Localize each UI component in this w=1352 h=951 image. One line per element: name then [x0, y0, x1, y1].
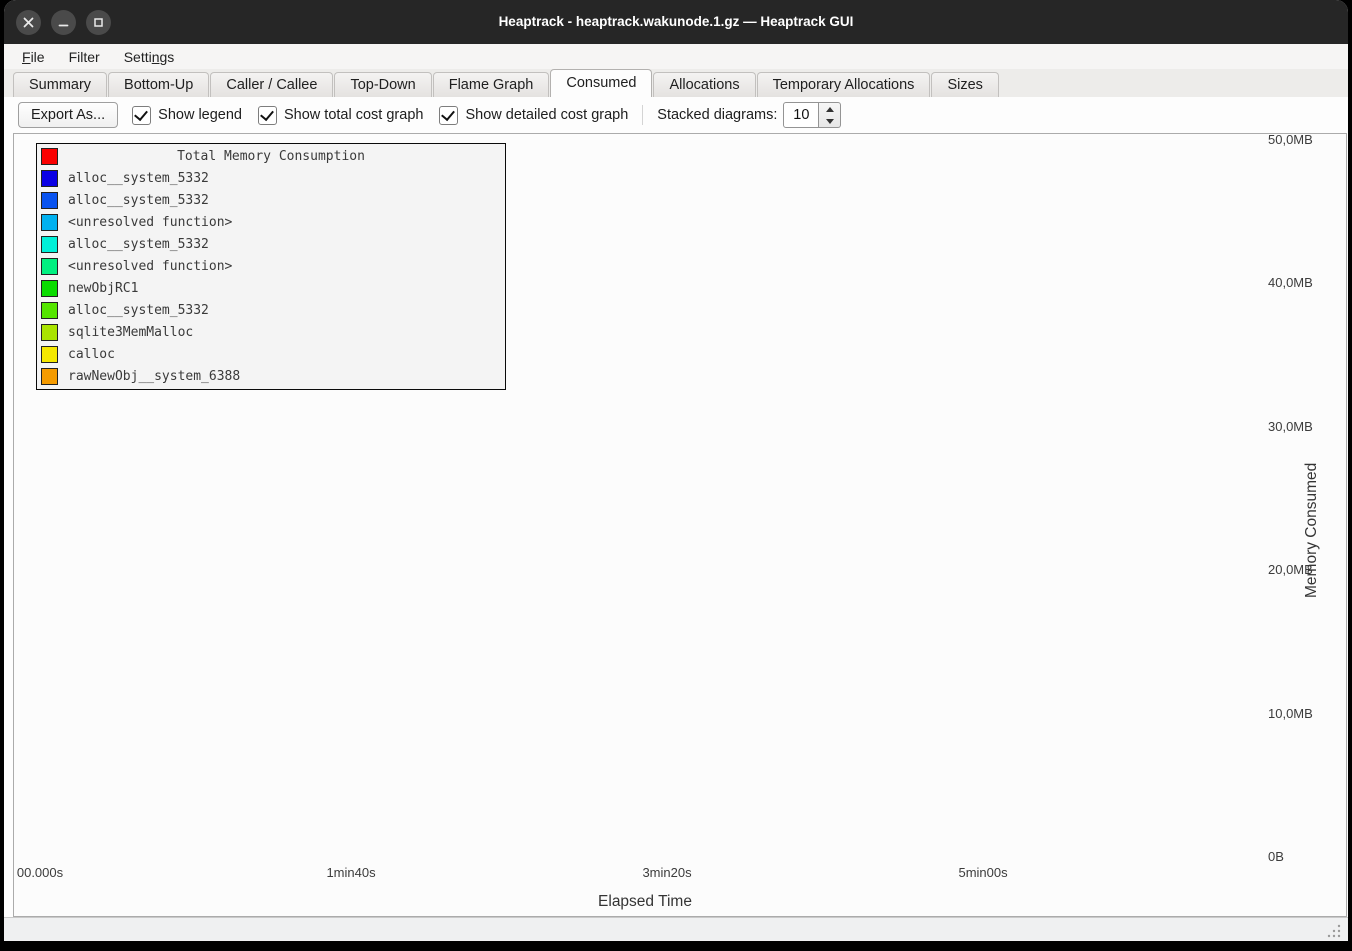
stacked-diagrams-value[interactable]: 10: [783, 102, 819, 128]
checkbox-label: Show detailed cost graph: [465, 107, 628, 123]
statusbar: [4, 917, 1348, 941]
resize-grip[interactable]: [1326, 923, 1342, 939]
tab-top-down[interactable]: Top-Down: [334, 72, 431, 97]
stacked-diagrams-spinbox[interactable]: 10: [783, 102, 841, 128]
checkbox-icon: [132, 106, 151, 125]
menubar: FileFilterSettings: [4, 44, 1348, 69]
legend-label: sqlite3MemMalloc: [68, 325, 193, 340]
checkbox-icon: [258, 106, 277, 125]
tab-consumed[interactable]: Consumed: [550, 69, 652, 97]
legend-item: newObjRC1: [37, 278, 505, 298]
legend-title-row: Total Memory Consumption: [37, 147, 505, 167]
legend-item: alloc__system_5332: [37, 235, 505, 255]
legend-swatch: [41, 302, 58, 319]
legend-item: sqlite3MemMalloc: [37, 322, 505, 342]
legend-item: rawNewObj__system_6388: [37, 366, 505, 386]
spin-down-button[interactable]: [819, 115, 840, 127]
legend-swatch: [41, 324, 58, 341]
legend-label: calloc: [68, 347, 115, 362]
legend-swatch: [41, 346, 58, 363]
legend-label: alloc__system_5332: [68, 193, 209, 208]
legend-label: alloc__system_5332: [68, 171, 209, 186]
menu-item-settings[interactable]: Settings: [112, 47, 187, 67]
legend-swatch: [41, 192, 58, 209]
stacked-diagrams-label: Stacked diagrams:: [657, 107, 777, 123]
checkbox-show-total-cost-graph[interactable]: Show total cost graph: [258, 106, 423, 125]
x-axis-tick-label: 00.000s: [0, 865, 85, 881]
checkbox-show-legend[interactable]: Show legend: [132, 106, 242, 125]
tabbar: SummaryBottom-UpCaller / CalleeTop-DownF…: [4, 69, 1348, 97]
checkbox-label: Show total cost graph: [284, 107, 423, 123]
spinner-buttons: [819, 102, 841, 128]
legend-swatch: [41, 258, 58, 275]
tab-temporary-allocations[interactable]: Temporary Allocations: [757, 72, 931, 97]
tab-caller-callee[interactable]: Caller / Callee: [210, 72, 333, 97]
legend-item: <unresolved function>: [37, 213, 505, 233]
x-axis-tick-label: 5min00s: [938, 865, 1028, 881]
x-axis-tick-label: 3min20s: [622, 865, 712, 881]
checkbox-label: Show legend: [158, 107, 242, 123]
legend-label: newObjRC1: [68, 281, 138, 296]
legend-swatch: [41, 214, 58, 231]
legend-title: Total Memory Consumption: [37, 149, 505, 164]
checkbox-group: Show legend Show total cost graph Show det…: [132, 106, 628, 125]
legend-label: <unresolved function>: [68, 215, 232, 230]
screen: Heaptrack - heaptrack.wakunode.1.gz — He…: [0, 0, 1352, 951]
window-title: Heaptrack - heaptrack.wakunode.1.gz — He…: [4, 0, 1348, 44]
tab-sizes[interactable]: Sizes: [931, 72, 998, 97]
chevron-up-icon: [826, 107, 834, 112]
legend-item: alloc__system_5332: [37, 300, 505, 320]
y-axis-tick-label: 40,0MB: [1268, 275, 1338, 291]
menu-item-filter[interactable]: Filter: [57, 47, 112, 67]
legend-item: alloc__system_5332: [37, 191, 505, 211]
tab-allocations[interactable]: Allocations: [653, 72, 755, 97]
menu-item-file[interactable]: File: [10, 47, 57, 67]
y-axis-tick-label: 50,0MB: [1268, 132, 1338, 148]
legend-swatch: [41, 368, 58, 385]
legend-label: alloc__system_5332: [68, 237, 209, 252]
toolbar: Export As... Show legend Show total cost …: [4, 97, 1348, 133]
legend-item: alloc__system_5332: [37, 169, 505, 189]
y-axis-tick-label: 10,0MB: [1268, 706, 1338, 722]
spin-up-button[interactable]: [819, 103, 840, 115]
checkbox-show-detailed-cost-graph[interactable]: Show detailed cost graph: [439, 106, 628, 125]
tab-flame-graph[interactable]: Flame Graph: [433, 72, 550, 97]
legend-swatch: [41, 170, 58, 187]
tab-bottom-up[interactable]: Bottom-Up: [108, 72, 209, 97]
y-axis-title: Memory Consumed: [1303, 418, 1323, 598]
stacked-diagrams-group: Stacked diagrams: 10: [657, 102, 841, 128]
y-axis-tick-label: 0B: [1268, 849, 1338, 865]
x-axis-tick-label: 1min40s: [306, 865, 396, 881]
toolbar-separator: [642, 105, 643, 125]
tab-summary[interactable]: Summary: [13, 72, 107, 97]
legend-swatch: [41, 236, 58, 253]
legend-label: <unresolved function>: [68, 259, 232, 274]
legend-label: alloc__system_5332: [68, 303, 209, 318]
legend-label: rawNewObj__system_6388: [68, 369, 240, 384]
legend-swatch: [41, 280, 58, 297]
chevron-down-icon: [826, 119, 834, 124]
chart-legend: Total Memory Consumption alloc__system_53…: [36, 143, 506, 390]
legend-item: calloc: [37, 344, 505, 364]
export-as-button[interactable]: Export As...: [18, 102, 118, 128]
titlebar[interactable]: Heaptrack - heaptrack.wakunode.1.gz — He…: [4, 0, 1348, 44]
checkbox-icon: [439, 106, 458, 125]
legend-item: <unresolved function>: [37, 256, 505, 276]
x-axis-title: Elapsed Time: [395, 893, 895, 911]
